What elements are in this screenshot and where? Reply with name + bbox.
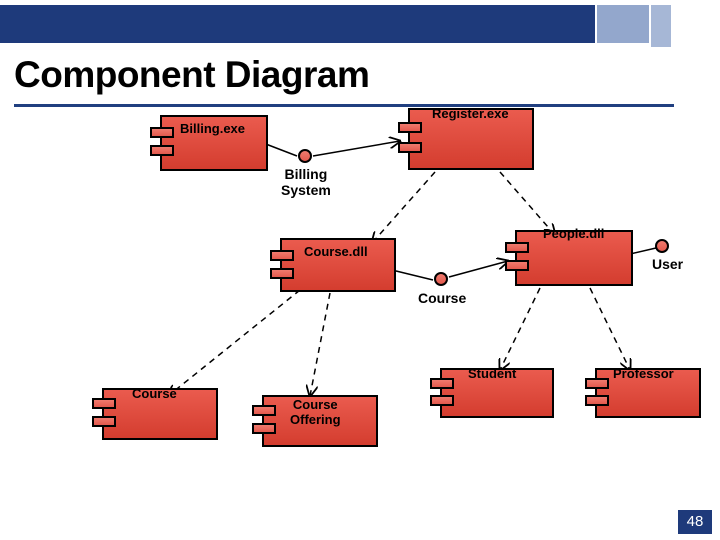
component-professor: Professor xyxy=(585,368,707,422)
label-interface-course: Course xyxy=(418,290,466,306)
label-people-dll: People.dll xyxy=(543,226,604,241)
header-bar-light2 xyxy=(651,5,671,47)
title-underline xyxy=(14,104,674,107)
component-course: Course xyxy=(92,388,222,444)
component-billing-exe: Billing.exe xyxy=(150,115,270,173)
header-bar-light1 xyxy=(597,5,649,43)
component-course-dll: Course.dll xyxy=(270,238,400,296)
interface-port-course xyxy=(434,272,448,286)
interface-port-user xyxy=(655,239,669,253)
label-interface-billing-system: Billing System xyxy=(281,166,331,198)
label-course: Course xyxy=(132,386,177,401)
label-professor: Professor xyxy=(613,366,674,381)
label-register-exe: Register.exe xyxy=(432,106,509,121)
slide-title: Component Diagram xyxy=(14,54,369,96)
page-number: 48 xyxy=(678,510,712,534)
component-people-dll: People.dll xyxy=(505,230,640,288)
component-student: Student xyxy=(430,368,558,422)
header-bar-dark xyxy=(0,5,595,43)
interface-port-billing-system xyxy=(298,149,312,163)
component-course-offering: Course Offering xyxy=(252,395,382,451)
label-billing-exe: Billing.exe xyxy=(180,121,245,136)
component-register-exe: Register.exe xyxy=(398,108,538,172)
label-student: Student xyxy=(468,366,516,381)
label-interface-user: User xyxy=(652,256,683,272)
label-course-dll: Course.dll xyxy=(304,244,368,259)
label-course-offering: Course Offering xyxy=(290,397,341,427)
slide: Component Diagram xyxy=(0,0,720,540)
